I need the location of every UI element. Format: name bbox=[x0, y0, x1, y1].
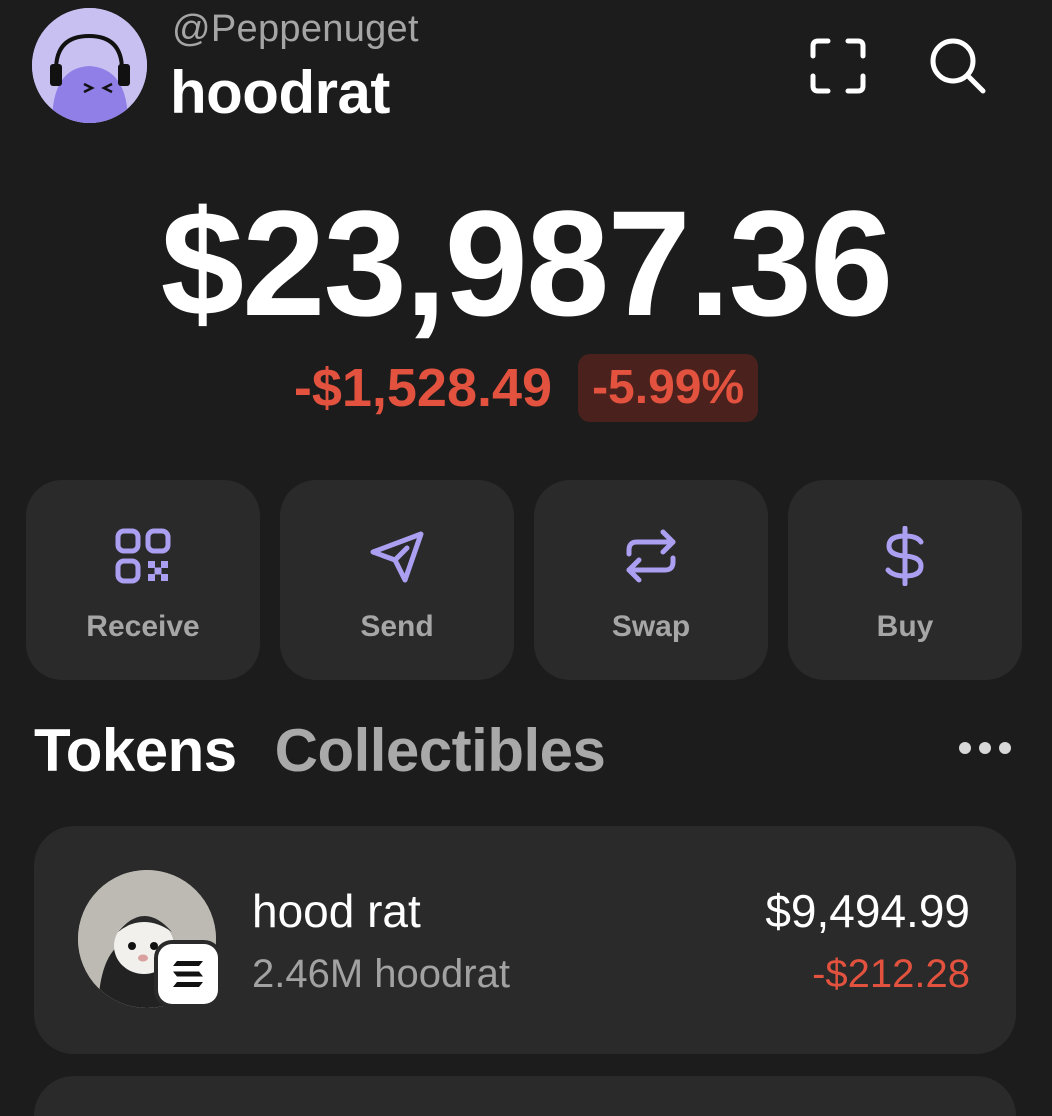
scan-button[interactable] bbox=[806, 34, 870, 98]
buy-button[interactable]: Buy bbox=[788, 480, 1022, 680]
swap-button[interactable]: Swap bbox=[534, 480, 768, 680]
account-handle: @Peppenuget bbox=[172, 8, 419, 50]
asset-tabs: Tokens Collectibles bbox=[34, 716, 606, 785]
swap-label: Swap bbox=[611, 610, 691, 643]
send-plane-icon bbox=[370, 531, 424, 583]
headphones-face-avatar-icon bbox=[32, 8, 147, 123]
token-name: hood rat bbox=[252, 885, 421, 937]
tab-tokens[interactable]: Tokens bbox=[34, 716, 237, 785]
receive-button[interactable]: Receive bbox=[26, 480, 260, 680]
tab-collectibles[interactable]: Collectibles bbox=[275, 716, 606, 785]
swap-arrows-icon bbox=[626, 529, 676, 583]
send-button[interactable]: Send bbox=[280, 480, 514, 680]
dollar-icon bbox=[885, 526, 924, 586]
token-row[interactable]: hood rat 2.46M hoodrat $9,494.99 -$212.2… bbox=[34, 826, 1016, 1054]
next-token-row-edge bbox=[34, 1076, 1016, 1116]
token-change: -$212.28 bbox=[812, 952, 970, 996]
solana-icon bbox=[173, 961, 203, 987]
more-dots-icon[interactable] bbox=[950, 726, 1020, 770]
balance-change-percent-badge: -5.99% bbox=[578, 354, 759, 422]
token-amount: 2.46M hoodrat bbox=[252, 952, 510, 996]
scan-frame-icon bbox=[810, 38, 866, 94]
balance-change-row: -$1,528.49 -5.99% bbox=[0, 354, 1052, 422]
buy-label: Buy bbox=[876, 610, 934, 643]
account-name[interactable]: hoodrat bbox=[170, 58, 390, 127]
action-buttons: Receive Send Swap Buy bbox=[26, 480, 1022, 680]
search-button[interactable] bbox=[926, 34, 990, 98]
send-label: Send bbox=[360, 610, 434, 643]
receive-label: Receive bbox=[86, 610, 200, 643]
balance-change-amount: -$1,528.49 bbox=[293, 358, 553, 418]
total-balance: $23,987.36 bbox=[160, 179, 894, 347]
account-avatar[interactable] bbox=[32, 8, 147, 123]
token-value: $9,494.99 bbox=[765, 885, 970, 937]
search-icon bbox=[930, 38, 986, 94]
solana-chain-badge bbox=[158, 944, 218, 1004]
qr-code-icon bbox=[115, 528, 171, 584]
